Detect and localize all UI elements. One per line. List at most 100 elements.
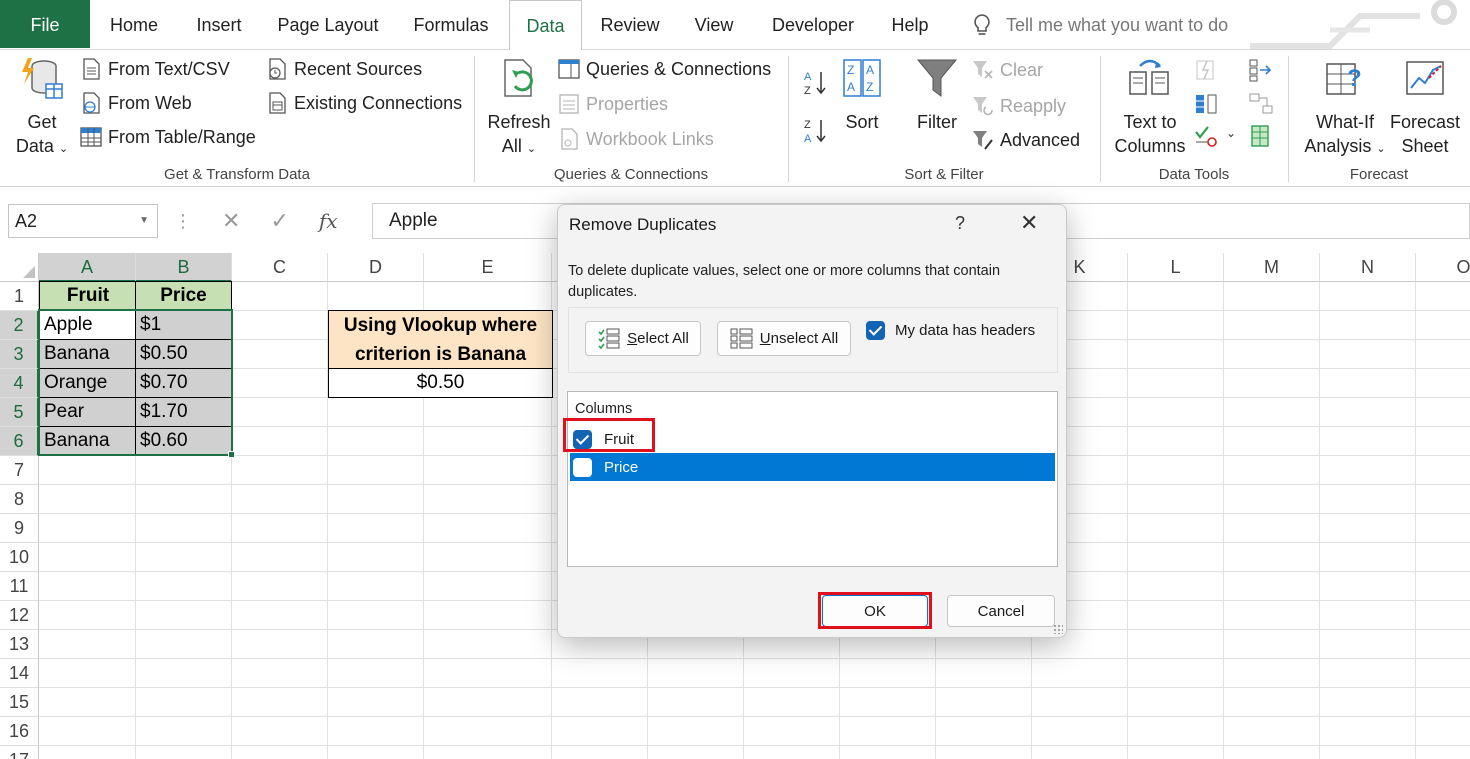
get-data-label-1: Get — [27, 112, 57, 132]
from-text-csv-button[interactable]: From Text/CSV — [80, 58, 230, 80]
row-header-5[interactable]: 5 — [0, 398, 39, 427]
unselect-all-button[interactable]: Unselect All — [717, 321, 851, 356]
column-header-n[interactable]: N — [1320, 253, 1416, 282]
tab-review[interactable]: Review — [594, 0, 666, 50]
get-data-button[interactable]: Get Data ⌄ — [10, 56, 74, 161]
refresh-all-button[interactable]: Refresh All ⌄ — [486, 56, 552, 161]
row-header-16[interactable]: 16 — [0, 717, 39, 746]
tab-page-layout[interactable]: Page Layout — [270, 0, 386, 50]
fill-handle[interactable] — [228, 451, 235, 458]
row-header-2[interactable]: 2 — [0, 311, 39, 340]
resize-grip-icon[interactable] — [1053, 624, 1063, 634]
row-header-10[interactable]: 10 — [0, 543, 39, 572]
filter-button[interactable]: Filter — [908, 56, 966, 134]
headers-checkbox-icon[interactable] — [866, 321, 885, 340]
tab-insert[interactable]: Insert — [188, 0, 250, 50]
select-all-button[interactable]: Select All — [585, 321, 701, 356]
queries-connections-button[interactable]: Queries & Connections — [558, 58, 771, 80]
cancel-icon[interactable]: ✕ — [222, 208, 240, 234]
from-table-range-button[interactable]: From Table/Range — [80, 126, 256, 148]
advanced-label: Advanced — [1000, 129, 1081, 150]
data-model-icon[interactable] — [1248, 124, 1274, 148]
close-icon[interactable]: ✕ — [1020, 210, 1038, 236]
help-icon[interactable]: ? — [955, 213, 965, 234]
advanced-filter-button[interactable]: Advanced — [972, 129, 1080, 151]
row-header-8[interactable]: 8 — [0, 485, 39, 514]
column-header-l[interactable]: L — [1128, 253, 1224, 282]
column-item-price[interactable]: Price — [570, 453, 1055, 481]
row-header-11[interactable]: 11 — [0, 572, 39, 601]
chevron-down-icon: ⌄ — [1226, 126, 1237, 140]
insert-function-icon[interactable]: fx — [319, 209, 338, 233]
column-header-d[interactable]: D — [328, 253, 424, 282]
group-label-sort-filter: Sort & Filter — [904, 166, 984, 183]
properties-icon — [559, 94, 579, 114]
lookup-title-cell[interactable]: Using Vlookup where criterion is Banana — [328, 310, 553, 369]
row-header-12[interactable]: 12 — [0, 601, 39, 630]
flash-fill-icon[interactable] — [1194, 58, 1218, 82]
relationships-icon[interactable] — [1248, 92, 1274, 116]
svg-text:?: ? — [1347, 65, 1362, 92]
data-validation-icon[interactable] — [1194, 124, 1220, 148]
column-header-b[interactable]: B — [136, 253, 232, 282]
my-data-has-headers-checkbox[interactable]: My data has headers — [866, 321, 1035, 340]
workbook-links-button[interactable]: Workbook Links — [558, 128, 714, 150]
sort-button[interactable]: Z A A Z Sort — [834, 56, 890, 134]
row-header-4[interactable]: 4 — [0, 369, 39, 398]
column-header-e[interactable]: E — [424, 253, 552, 282]
row-header-7[interactable]: 7 — [0, 456, 39, 485]
links-file-icon — [561, 128, 578, 150]
ribbon-tab-bar: File Home Insert Page Layout Formulas Data Rev… — [0, 0, 1470, 51]
column-header-m[interactable]: M — [1224, 253, 1320, 282]
text-to-columns-button[interactable]: Text to Columns — [1110, 56, 1190, 158]
tab-view[interactable]: View — [686, 0, 742, 50]
tab-home[interactable]: Home — [100, 0, 168, 50]
tab-formulas[interactable]: Formulas — [404, 0, 498, 50]
from-web-button[interactable]: From Web — [80, 92, 192, 114]
advanced-filter-icon — [973, 131, 993, 150]
sort-a-z-icon[interactable]: AZ — [804, 68, 828, 98]
column-header-c[interactable]: C — [232, 253, 328, 282]
row-header-9[interactable]: 9 — [0, 514, 39, 543]
column-header-o[interactable]: O — [1416, 253, 1470, 282]
properties-button[interactable]: Properties — [558, 93, 668, 115]
queries-connections-label: Queries & Connections — [586, 58, 772, 79]
name-box[interactable]: A2 ▼ — [8, 204, 158, 238]
what-if-analysis-button[interactable]: ? What-If Analysis ⌄ — [1298, 56, 1392, 161]
remove-duplicates-icon[interactable] — [1194, 92, 1218, 116]
cancel-button[interactable]: Cancel — [947, 595, 1055, 627]
text-to-columns-label-2: Columns — [1114, 136, 1186, 156]
clear-filter-button[interactable]: Clear — [972, 59, 1043, 81]
tab-file[interactable]: File — [0, 0, 90, 48]
lookup-result-cell[interactable]: $0.50 — [328, 368, 553, 398]
sort-z-a-icon[interactable]: ZA — [804, 116, 828, 146]
refresh-all-label-2: All — [501, 136, 522, 156]
select-all-corner[interactable] — [0, 253, 39, 282]
cell-a1[interactable]: Fruit — [39, 281, 137, 311]
enter-checkmark-icon[interactable]: ✓ — [270, 208, 288, 234]
price-checkbox-icon[interactable] — [573, 457, 592, 477]
cell-b1[interactable]: Price — [135, 281, 232, 311]
row-header-6[interactable]: 6 — [0, 427, 39, 456]
existing-connections-button[interactable]: Existing Connections — [266, 92, 462, 114]
tell-me-search[interactable]: Tell me what you want to do — [972, 10, 1228, 40]
text-to-columns-label-1: Text to — [1123, 112, 1177, 132]
row-header-15[interactable]: 15 — [0, 688, 39, 717]
row-header-13[interactable]: 13 — [0, 630, 39, 659]
from-web-label: From Web — [108, 92, 192, 113]
column-header-a[interactable]: A — [39, 253, 136, 282]
row-header-14[interactable]: 14 — [0, 659, 39, 688]
tab-help[interactable]: Help — [882, 0, 938, 50]
tab-developer[interactable]: Developer — [762, 0, 864, 50]
row-header-3[interactable]: 3 — [0, 340, 39, 369]
row-header-1[interactable]: 1 — [0, 282, 39, 311]
forecast-sheet-button[interactable]: Forecast Sheet — [1390, 56, 1460, 158]
recent-sources-button[interactable]: Recent Sources — [266, 58, 422, 80]
consolidate-icon[interactable] — [1248, 58, 1274, 82]
svg-text:Z: Z — [866, 80, 873, 94]
unselect-all-text: nselect All — [770, 330, 839, 347]
row-header-17[interactable]: 17 — [0, 746, 39, 759]
clock-file-icon — [269, 58, 286, 80]
tab-data[interactable]: Data — [509, 0, 582, 51]
reapply-button[interactable]: Reapply — [972, 95, 1066, 117]
